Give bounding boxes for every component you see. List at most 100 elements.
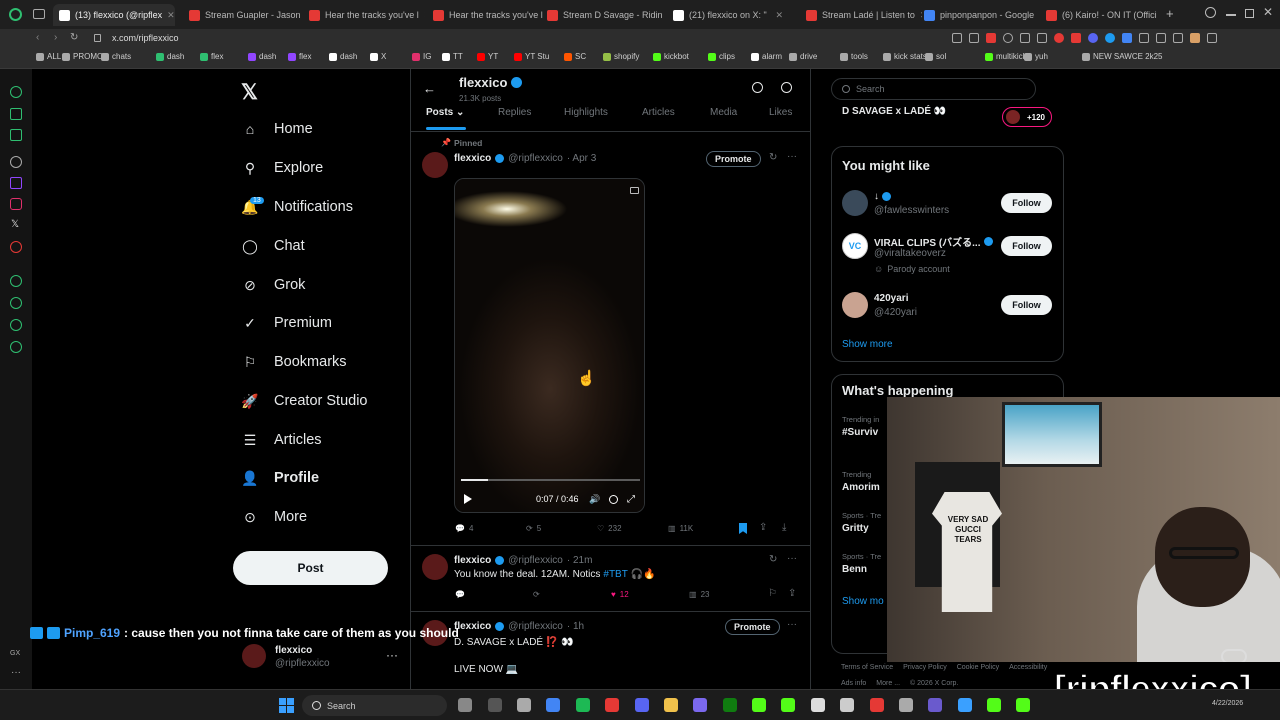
gx-icon[interactable]: GX bbox=[10, 650, 20, 657]
tab-close-icon[interactable]: ✕ bbox=[775, 10, 783, 21]
show-more-link[interactable]: Show mo bbox=[842, 596, 884, 607]
search-tabs-icon[interactable] bbox=[1205, 7, 1216, 18]
taskbar-app-icon[interactable] bbox=[781, 698, 795, 712]
tab-close-icon[interactable]: ✕ bbox=[424, 10, 425, 21]
grok-profile-icon[interactable] bbox=[752, 82, 763, 93]
tweet-author-name[interactable]: flexxico bbox=[454, 153, 491, 164]
search-input[interactable]: Search bbox=[856, 84, 885, 94]
bookmark-item[interactable]: SC bbox=[564, 52, 586, 61]
tweet-time[interactable]: · 21m bbox=[567, 555, 593, 566]
trend-name[interactable]: Gritty bbox=[842, 523, 869, 534]
taskbar-app-icon[interactable] bbox=[1016, 698, 1030, 712]
taskbar-app-icon[interactable] bbox=[811, 698, 825, 712]
bookmark-item[interactable]: IG bbox=[412, 52, 431, 61]
play-icon[interactable] bbox=[464, 494, 472, 504]
video-progress-track[interactable] bbox=[461, 479, 640, 481]
tweet-author-name[interactable]: flexxico bbox=[454, 621, 491, 632]
tweet-more-icon[interactable]: ··· bbox=[787, 619, 797, 630]
tab-posts[interactable]: Posts ⌄ bbox=[426, 107, 464, 118]
promote-button[interactable]: Promote bbox=[725, 619, 780, 635]
search-box[interactable]: Search bbox=[831, 78, 1036, 100]
suggestion-name[interactable]: 420yari bbox=[874, 293, 908, 304]
browser-tab[interactable]: Stream Ladé | Listen to✕ bbox=[800, 4, 922, 26]
maximize-icon[interactable] bbox=[1245, 9, 1254, 18]
tweet-video[interactable]: 0:07 / 0:46 🔊 ⤢ bbox=[454, 178, 645, 513]
sidebar-app-icon[interactable] bbox=[10, 275, 22, 287]
fullscreen-icon[interactable]: ⤢ bbox=[627, 494, 635, 505]
extension-icon[interactable] bbox=[986, 33, 996, 43]
taskbar-app-icon[interactable] bbox=[664, 698, 678, 712]
windows-start-icon[interactable] bbox=[279, 698, 294, 713]
tab-likes[interactable]: Likes bbox=[769, 107, 792, 118]
bookmark-item[interactable]: flex bbox=[288, 52, 311, 61]
settings-icon[interactable] bbox=[10, 341, 22, 353]
taskbar-app-icon[interactable] bbox=[517, 698, 531, 712]
account-menu-icon[interactable]: ··· bbox=[386, 648, 398, 662]
tweet-more-icon[interactable]: ··· bbox=[787, 553, 797, 564]
minimize-icon[interactable] bbox=[1226, 14, 1236, 16]
taskbar-app-icon[interactable] bbox=[928, 698, 942, 712]
space-listeners[interactable]: +120 bbox=[1002, 107, 1052, 127]
tweet-author-name[interactable]: flexxico bbox=[454, 555, 491, 566]
trend-name[interactable]: Benn bbox=[842, 564, 867, 575]
back-arrow-icon[interactable]: ← bbox=[423, 81, 436, 96]
bookmark-item[interactable]: dash bbox=[248, 52, 276, 61]
taskbar-app-icon[interactable] bbox=[488, 698, 502, 712]
back-icon[interactable]: ‹ bbox=[36, 32, 39, 43]
extension-icon[interactable] bbox=[1173, 33, 1183, 43]
bookmark-item[interactable]: YT Stu bbox=[514, 52, 549, 61]
tweet-author-handle[interactable]: @ripflexxico bbox=[508, 153, 563, 164]
suggestion-avatar[interactable] bbox=[842, 292, 868, 318]
profile-avatar-icon[interactable] bbox=[1190, 33, 1200, 43]
nav-item-notifications[interactable]: 🔔 13 Notifications bbox=[240, 190, 353, 224]
browser-tab[interactable]: Hear the tracks you've l ✕ bbox=[303, 4, 425, 26]
nav-item-explore[interactable]: ⚲ Explore bbox=[240, 151, 323, 185]
bookmark-icon[interactable]: ⚐ bbox=[768, 588, 777, 599]
follow-button[interactable]: Follow bbox=[1001, 193, 1052, 213]
extension-icon[interactable] bbox=[1088, 33, 1098, 43]
new-tab-button[interactable]: + bbox=[1166, 6, 1174, 21]
sidebar-app-icon[interactable] bbox=[10, 319, 22, 331]
reload-icon[interactable]: ↻ bbox=[70, 32, 78, 43]
nav-item-home[interactable]: ⌂ Home bbox=[240, 112, 313, 146]
tweet-time[interactable]: · 1h bbox=[567, 621, 584, 632]
repost-button[interactable]: ⟳ 5 bbox=[526, 524, 541, 533]
taskbar-app-icon[interactable] bbox=[899, 698, 913, 712]
nav-item-chat[interactable]: ◯ Chat bbox=[240, 229, 304, 263]
nav-item-profile[interactable]: 👤 Profile bbox=[240, 461, 319, 495]
download-icon[interactable]: ⤓ bbox=[782, 522, 786, 533]
search-profile-icon[interactable] bbox=[781, 82, 792, 93]
nav-item-creator-studio[interactable]: 🚀 Creator Studio bbox=[240, 384, 367, 418]
reply-button[interactable]: 💬 4 bbox=[455, 524, 473, 533]
history-icon[interactable] bbox=[10, 297, 22, 309]
tweet-more-icon[interactable]: ··· bbox=[787, 151, 797, 162]
bookmark-item[interactable]: flex bbox=[200, 52, 223, 61]
taskbar-app-icon[interactable] bbox=[840, 698, 854, 712]
extension-icon[interactable] bbox=[1037, 33, 1047, 43]
close-window-icon[interactable]: ✕ bbox=[1263, 5, 1273, 19]
volume-icon[interactable]: 🔊 bbox=[589, 494, 600, 505]
tweet-author-handle[interactable]: @ripflexxico bbox=[508, 621, 563, 632]
extension-icon[interactable] bbox=[1156, 33, 1166, 43]
promote-button[interactable]: Promote bbox=[706, 151, 761, 167]
video-settings-icon[interactable] bbox=[609, 495, 618, 504]
bookmark-item[interactable]: X bbox=[370, 52, 386, 61]
suggestion-avatar[interactable]: VC bbox=[842, 233, 868, 259]
like-button[interactable]: ♡ 232 bbox=[597, 524, 622, 533]
tweet-hashtag[interactable]: #TBT bbox=[603, 569, 627, 580]
extension-icon[interactable] bbox=[1071, 33, 1081, 43]
extension-icon[interactable] bbox=[952, 33, 962, 43]
taskbar-search[interactable]: Search bbox=[302, 695, 447, 716]
bookmark-filled-icon[interactable] bbox=[739, 523, 747, 534]
nav-item-articles[interactable]: ☰ Articles bbox=[240, 423, 322, 457]
bookmark-item[interactable]: kick stats bbox=[883, 52, 927, 61]
bookmark-item[interactable]: NEW SAWCE 2k25 bbox=[1082, 52, 1163, 61]
sidebar-app-icon[interactable] bbox=[10, 241, 22, 253]
taskbar-app-icon[interactable] bbox=[870, 698, 884, 712]
url-field[interactable]: x.com/ripflexxico bbox=[112, 33, 179, 43]
share-icon[interactable]: ⇪ bbox=[759, 522, 767, 533]
tweet-avatar[interactable] bbox=[422, 554, 448, 580]
x-logo-icon[interactable]: 𝕏 bbox=[241, 80, 258, 105]
bookmark-item[interactable]: yuh bbox=[1024, 52, 1048, 61]
bookmark-item[interactable]: dash bbox=[156, 52, 184, 61]
